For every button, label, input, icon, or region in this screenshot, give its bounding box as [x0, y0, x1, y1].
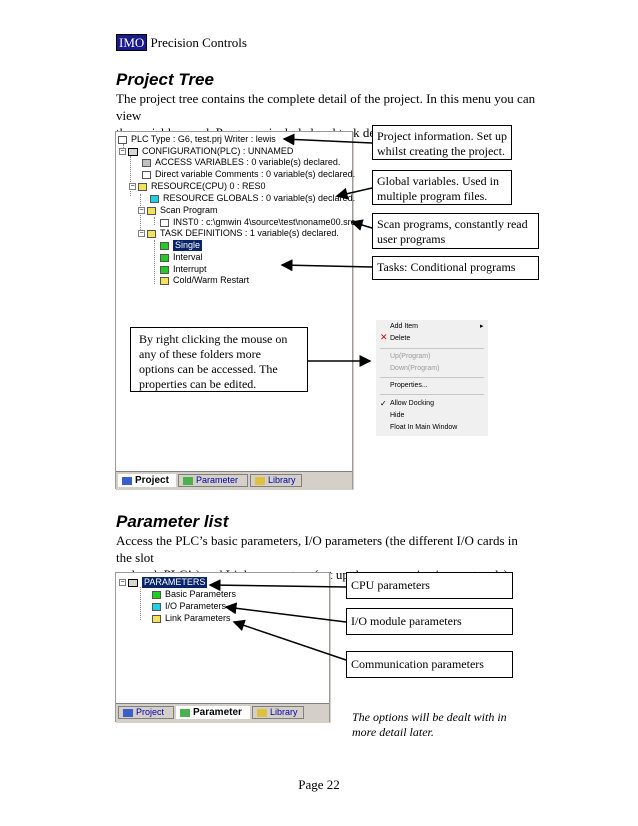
arrow-scan — [350, 219, 373, 231]
arrow-cpu — [208, 579, 347, 592]
arrow-globals — [335, 187, 373, 200]
arrow-comm — [232, 619, 347, 661]
page-number: Page 22 — [298, 777, 340, 792]
arrow-io — [224, 602, 347, 623]
arrow-tasks — [280, 259, 373, 272]
callout-arrows — [208, 133, 373, 661]
arrow-project-info — [282, 133, 373, 146]
